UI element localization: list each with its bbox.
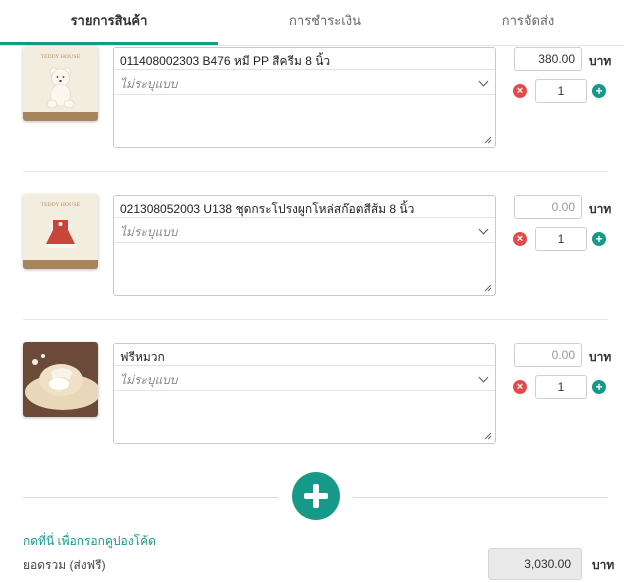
total-value: 3,030.00 <box>488 548 582 580</box>
variant-select[interactable]: ไม่ระบุแบบ <box>114 70 495 95</box>
divider-left <box>23 497 278 498</box>
currency-label: บาท <box>589 202 612 216</box>
remove-circle-icon[interactable]: × <box>513 232 527 246</box>
chevron-down-icon <box>478 224 489 235</box>
logo-text: TEDDY HOUSE <box>41 202 81 208</box>
total-label: ยอดรวม (ส่งฟรี) <box>23 558 106 572</box>
variant-select-value: ไม่ระบุแบบ <box>120 225 178 239</box>
coupon-link[interactable]: กดที่นี่ เพื่อกรอกคูปองโค้ด <box>23 532 156 551</box>
variant-select[interactable]: ไม่ระบุแบบ <box>114 366 495 391</box>
divider-right <box>353 497 608 498</box>
variant-select[interactable]: ไม่ระบุแบบ <box>114 218 495 243</box>
add-item-plus-icon[interactable] <box>292 472 340 520</box>
chevron-down-icon <box>478 76 489 87</box>
item-divider <box>23 319 608 320</box>
product-name-input[interactable]: 011408002303 B476 หมี PP สีครีม 8 นิ้ว <box>114 48 495 70</box>
product-image-hat <box>23 342 98 417</box>
price-input[interactable]: 0.00 <box>514 343 582 367</box>
hat-image <box>23 342 98 417</box>
variant-select-value: ไม่ระบุแบบ <box>120 373 178 387</box>
quantity-input[interactable]: 1 <box>535 227 587 251</box>
note-textarea[interactable] <box>114 95 495 147</box>
resize-grip-icon[interactable] <box>484 284 492 292</box>
price-input[interactable]: 0.00 <box>514 195 582 219</box>
dress-image: TEDDY HOUSE <box>23 194 98 269</box>
product-image-dress: TEDDY HOUSE <box>23 194 98 269</box>
note-textarea[interactable] <box>114 391 495 443</box>
note-textarea[interactable] <box>114 243 495 295</box>
product-name-input[interactable]: 021308052003 U138 ชุดกระโปรงผูกโหล่สก๊อต… <box>114 196 495 218</box>
item-divider <box>23 171 608 172</box>
resize-grip-icon[interactable] <box>484 432 492 440</box>
remove-circle-icon[interactable]: × <box>513 380 527 394</box>
product-details-box: ฟรีหมวก ไม่ระบุแบบ <box>113 343 496 444</box>
total-currency: บาท <box>592 558 615 572</box>
variant-select-value: ไม่ระบุแบบ <box>120 77 178 91</box>
active-tab-indicator <box>0 42 218 45</box>
product-image-teddy-bear: TEDDY HOUSE <box>23 46 98 121</box>
add-circle-icon[interactable]: + <box>592 380 606 394</box>
teddy-bear-image: TEDDY HOUSE <box>23 46 98 121</box>
logo-text: TEDDY HOUSE <box>41 54 81 60</box>
remove-circle-icon[interactable]: × <box>513 84 527 98</box>
price-input[interactable]: 380.00 <box>514 47 582 71</box>
currency-label: บาท <box>589 54 612 68</box>
resize-grip-icon[interactable] <box>484 136 492 144</box>
tab-shipping[interactable]: การจัดส่ง <box>432 0 624 46</box>
chevron-down-icon <box>478 372 489 383</box>
tab-payment[interactable]: การชำระเงิน <box>218 0 432 46</box>
currency-label: บาท <box>589 350 612 364</box>
tab-bar: รายการสินค้า การชำระเงิน การจัดส่ง <box>0 0 624 46</box>
product-name-input[interactable]: ฟรีหมวก <box>114 344 495 366</box>
quantity-input[interactable]: 1 <box>535 375 587 399</box>
add-circle-icon[interactable]: + <box>592 232 606 246</box>
add-circle-icon[interactable]: + <box>592 84 606 98</box>
product-details-box: 021308052003 U138 ชุดกระโปรงผูกโหล่สก๊อต… <box>113 195 496 296</box>
product-details-box: 011408002303 B476 หมี PP สีครีม 8 นิ้ว ไ… <box>113 47 496 148</box>
quantity-input[interactable]: 1 <box>535 79 587 103</box>
tab-products[interactable]: รายการสินค้า <box>0 0 218 46</box>
